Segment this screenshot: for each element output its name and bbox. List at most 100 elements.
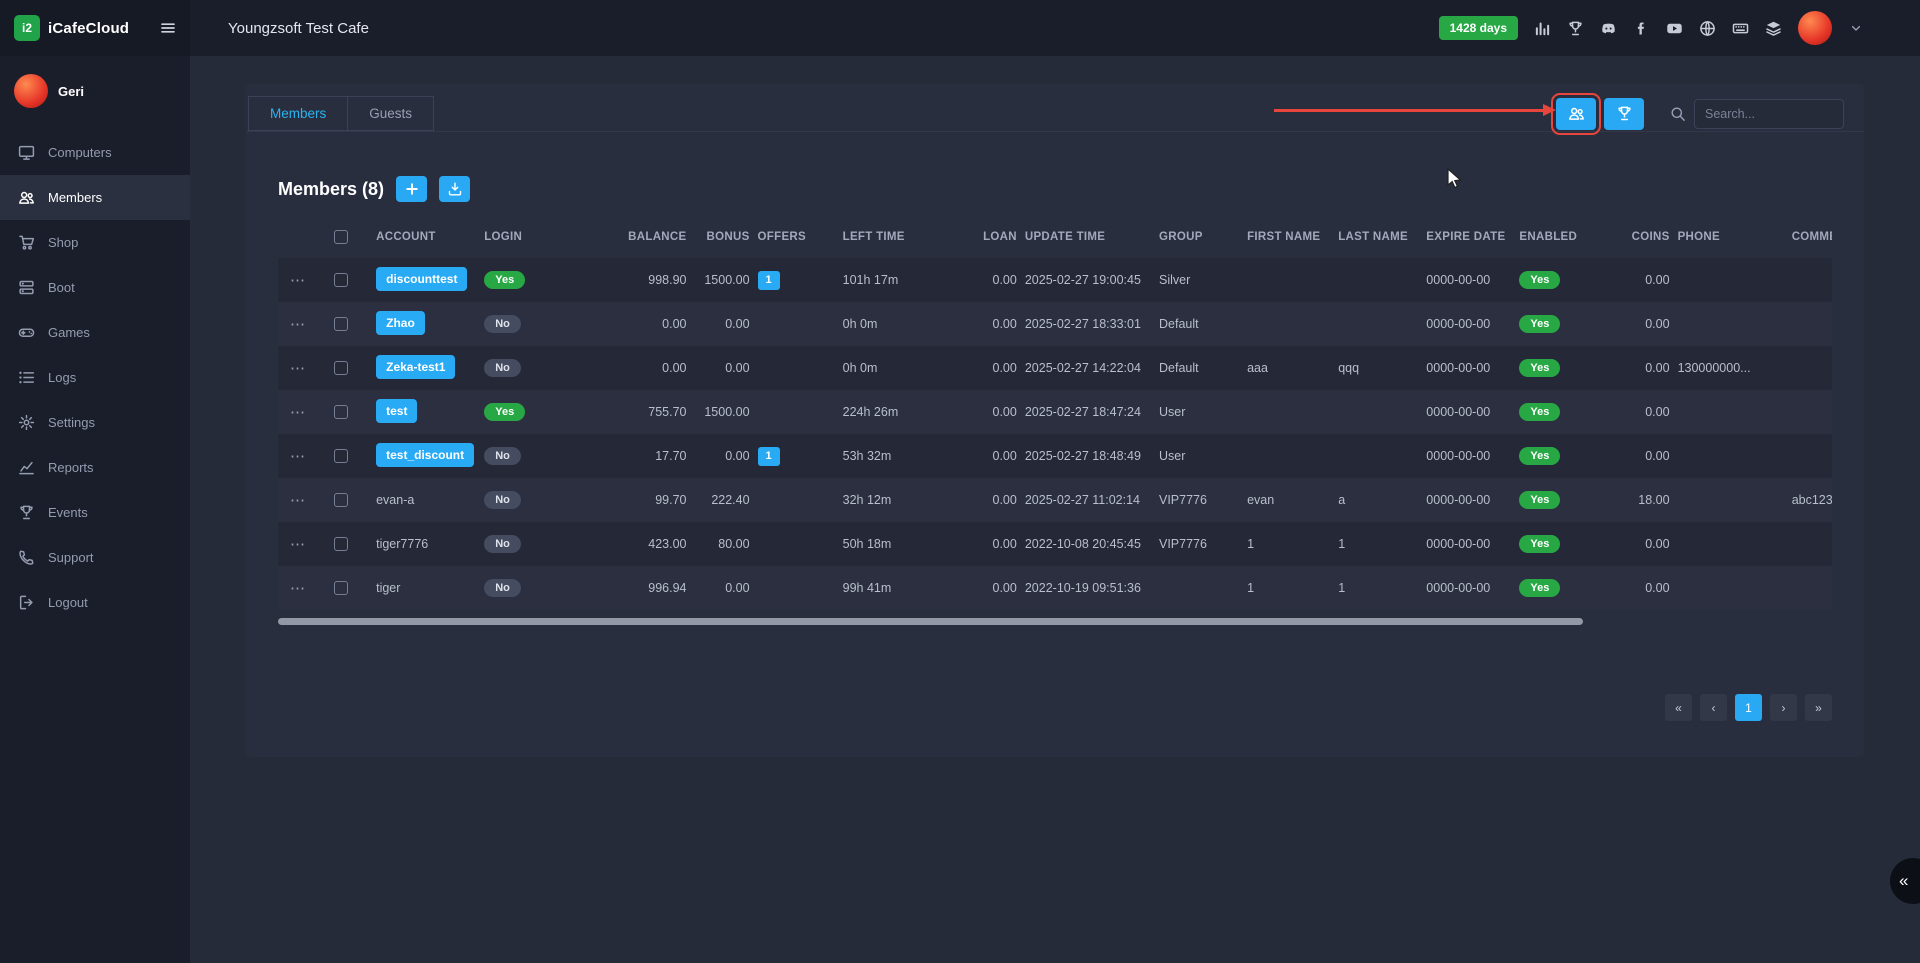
add-member-button[interactable] — [396, 176, 427, 202]
topbar-facebook-button[interactable] — [1633, 20, 1650, 37]
tab-guests[interactable]: Guests — [348, 96, 434, 131]
row-checkbox[interactable] — [334, 537, 348, 551]
row-actions-button[interactable]: ⋯ — [290, 492, 306, 509]
row-actions-button[interactable]: ⋯ — [290, 316, 306, 333]
page-first-button[interactable]: « — [1665, 694, 1692, 721]
cell-update_time: 2025-02-27 11:02:14 — [1025, 478, 1159, 522]
topbar-trophy-button[interactable] — [1567, 20, 1584, 37]
layers-icon — [1765, 20, 1782, 37]
member-row: ⋯test_discountNo17.700.00153h 32m0.00202… — [278, 434, 1832, 478]
cafe-name: Youngzsoft Test Cafe — [228, 20, 369, 37]
sidebar-item-support[interactable]: Support — [0, 535, 190, 580]
cell-bonus: 0.00 — [694, 566, 757, 610]
row-checkbox[interactable] — [334, 273, 348, 287]
row-actions-button[interactable]: ⋯ — [290, 360, 306, 377]
row-checkbox[interactable] — [334, 449, 348, 463]
members-panel: MembersGuests Members (8) — [246, 84, 1864, 757]
cell-balance: 0.00 — [590, 346, 694, 390]
row-checkbox[interactable] — [334, 581, 348, 595]
cell-update_time: 2025-02-27 18:48:49 — [1025, 434, 1159, 478]
cell-select — [334, 478, 376, 522]
guests-view-button[interactable] — [1604, 98, 1644, 130]
cell-balance: 755.70 — [590, 390, 694, 434]
cell-select — [334, 258, 376, 302]
sidebar-item-games[interactable]: Games — [0, 310, 190, 355]
cell-login: No — [484, 302, 590, 346]
profile-menu-button[interactable] — [1848, 20, 1864, 36]
stats-icon — [1534, 20, 1551, 37]
topbar-stats-button[interactable] — [1534, 20, 1551, 37]
sidebar-item-computers[interactable]: Computers — [0, 130, 190, 175]
row-actions-button[interactable]: ⋯ — [290, 272, 306, 289]
cell-expire_date: 0000-00-00 — [1426, 522, 1519, 566]
trophy-icon — [1567, 20, 1584, 37]
search-input[interactable] — [1694, 99, 1844, 129]
discord-icon — [1600, 20, 1617, 37]
annotation-arrow — [1274, 109, 1544, 112]
profile-avatar[interactable] — [1798, 11, 1832, 45]
tab-members[interactable]: Members — [248, 96, 348, 131]
account-button[interactable]: test_discount — [376, 443, 474, 467]
offers-badge[interactable]: 1 — [758, 271, 780, 290]
members-icon — [1568, 105, 1585, 122]
topbar-layers-button[interactable] — [1765, 20, 1782, 37]
row-actions-button[interactable]: ⋯ — [290, 448, 306, 465]
export-members-button[interactable] — [439, 176, 470, 202]
search — [1670, 99, 1844, 129]
cell-comment — [1792, 390, 1832, 434]
topbar-keyboard-button[interactable] — [1732, 20, 1749, 37]
sidebar-item-events[interactable]: Events — [0, 490, 190, 535]
sidebar-item-logout[interactable]: Logout — [0, 580, 190, 625]
brand[interactable]: i2 iCafeCloud — [0, 0, 190, 56]
row-checkbox[interactable] — [334, 317, 348, 331]
support-icon — [18, 549, 35, 566]
cell-loan: 0.00 — [976, 390, 1025, 434]
column-header-select — [334, 216, 376, 258]
sidebar-item-members[interactable]: Members — [0, 175, 190, 220]
member-row: ⋯tigerNo996.940.0099h 41m0.002022-10-19 … — [278, 566, 1832, 610]
cell-bonus: 1500.00 — [694, 390, 757, 434]
user-avatar[interactable] — [14, 74, 48, 108]
brand-logo-icon: i2 — [14, 15, 40, 41]
account-button[interactable]: test — [376, 399, 417, 423]
account-button[interactable]: Zhao — [376, 311, 425, 335]
row-actions-button[interactable]: ⋯ — [290, 580, 306, 597]
row-checkbox[interactable] — [334, 493, 348, 507]
cell-left_time: 99h 41m — [843, 566, 976, 610]
sidebar-item-reports[interactable]: Reports — [0, 445, 190, 490]
account-button[interactable]: Zeka-test1 — [376, 355, 455, 379]
page-1-button[interactable]: 1 — [1735, 694, 1762, 721]
cell-login: No — [484, 346, 590, 390]
sidebar-item-shop[interactable]: Shop — [0, 220, 190, 265]
page-prev-button[interactable]: ‹ — [1700, 694, 1727, 721]
topbar-discord-button[interactable] — [1600, 20, 1617, 37]
member-row: ⋯tiger7776No423.0080.0050h 18m0.002022-1… — [278, 522, 1832, 566]
row-actions-button[interactable]: ⋯ — [290, 536, 306, 553]
menu-toggle-button[interactable] — [160, 20, 176, 36]
cell-actions: ⋯ — [278, 302, 334, 346]
cell-group — [1159, 566, 1247, 610]
column-header-comment: COMMENT — [1792, 216, 1832, 258]
page-next-button[interactable]: › — [1770, 694, 1797, 721]
cell-balance: 998.90 — [590, 258, 694, 302]
members-table: ACCOUNTLOGINBALANCEBONUSOFFERSLEFT TIMEL… — [278, 216, 1832, 610]
page-last-button[interactable]: » — [1805, 694, 1832, 721]
account-button[interactable]: discounttest — [376, 267, 467, 291]
sidebar-item-settings[interactable]: Settings — [0, 400, 190, 445]
members-view-button[interactable] — [1556, 98, 1596, 130]
trophy-icon — [1616, 105, 1633, 122]
topbar-youtube-button[interactable] — [1666, 20, 1683, 37]
row-checkbox[interactable] — [334, 361, 348, 375]
cell-first_name: 1 — [1247, 522, 1338, 566]
row-actions-button[interactable]: ⋯ — [290, 404, 306, 421]
row-checkbox[interactable] — [334, 405, 348, 419]
youtube-icon — [1666, 20, 1683, 37]
cell-select — [334, 390, 376, 434]
sidebar-item-logs[interactable]: Logs — [0, 355, 190, 400]
cell-group: Default — [1159, 346, 1247, 390]
select-all-checkbox[interactable] — [334, 230, 348, 244]
offers-badge[interactable]: 1 — [758, 447, 780, 466]
topbar-globe-button[interactable] — [1699, 20, 1716, 37]
sidebar-item-boot[interactable]: Boot — [0, 265, 190, 310]
horizontal-scrollbar[interactable] — [278, 618, 1583, 625]
